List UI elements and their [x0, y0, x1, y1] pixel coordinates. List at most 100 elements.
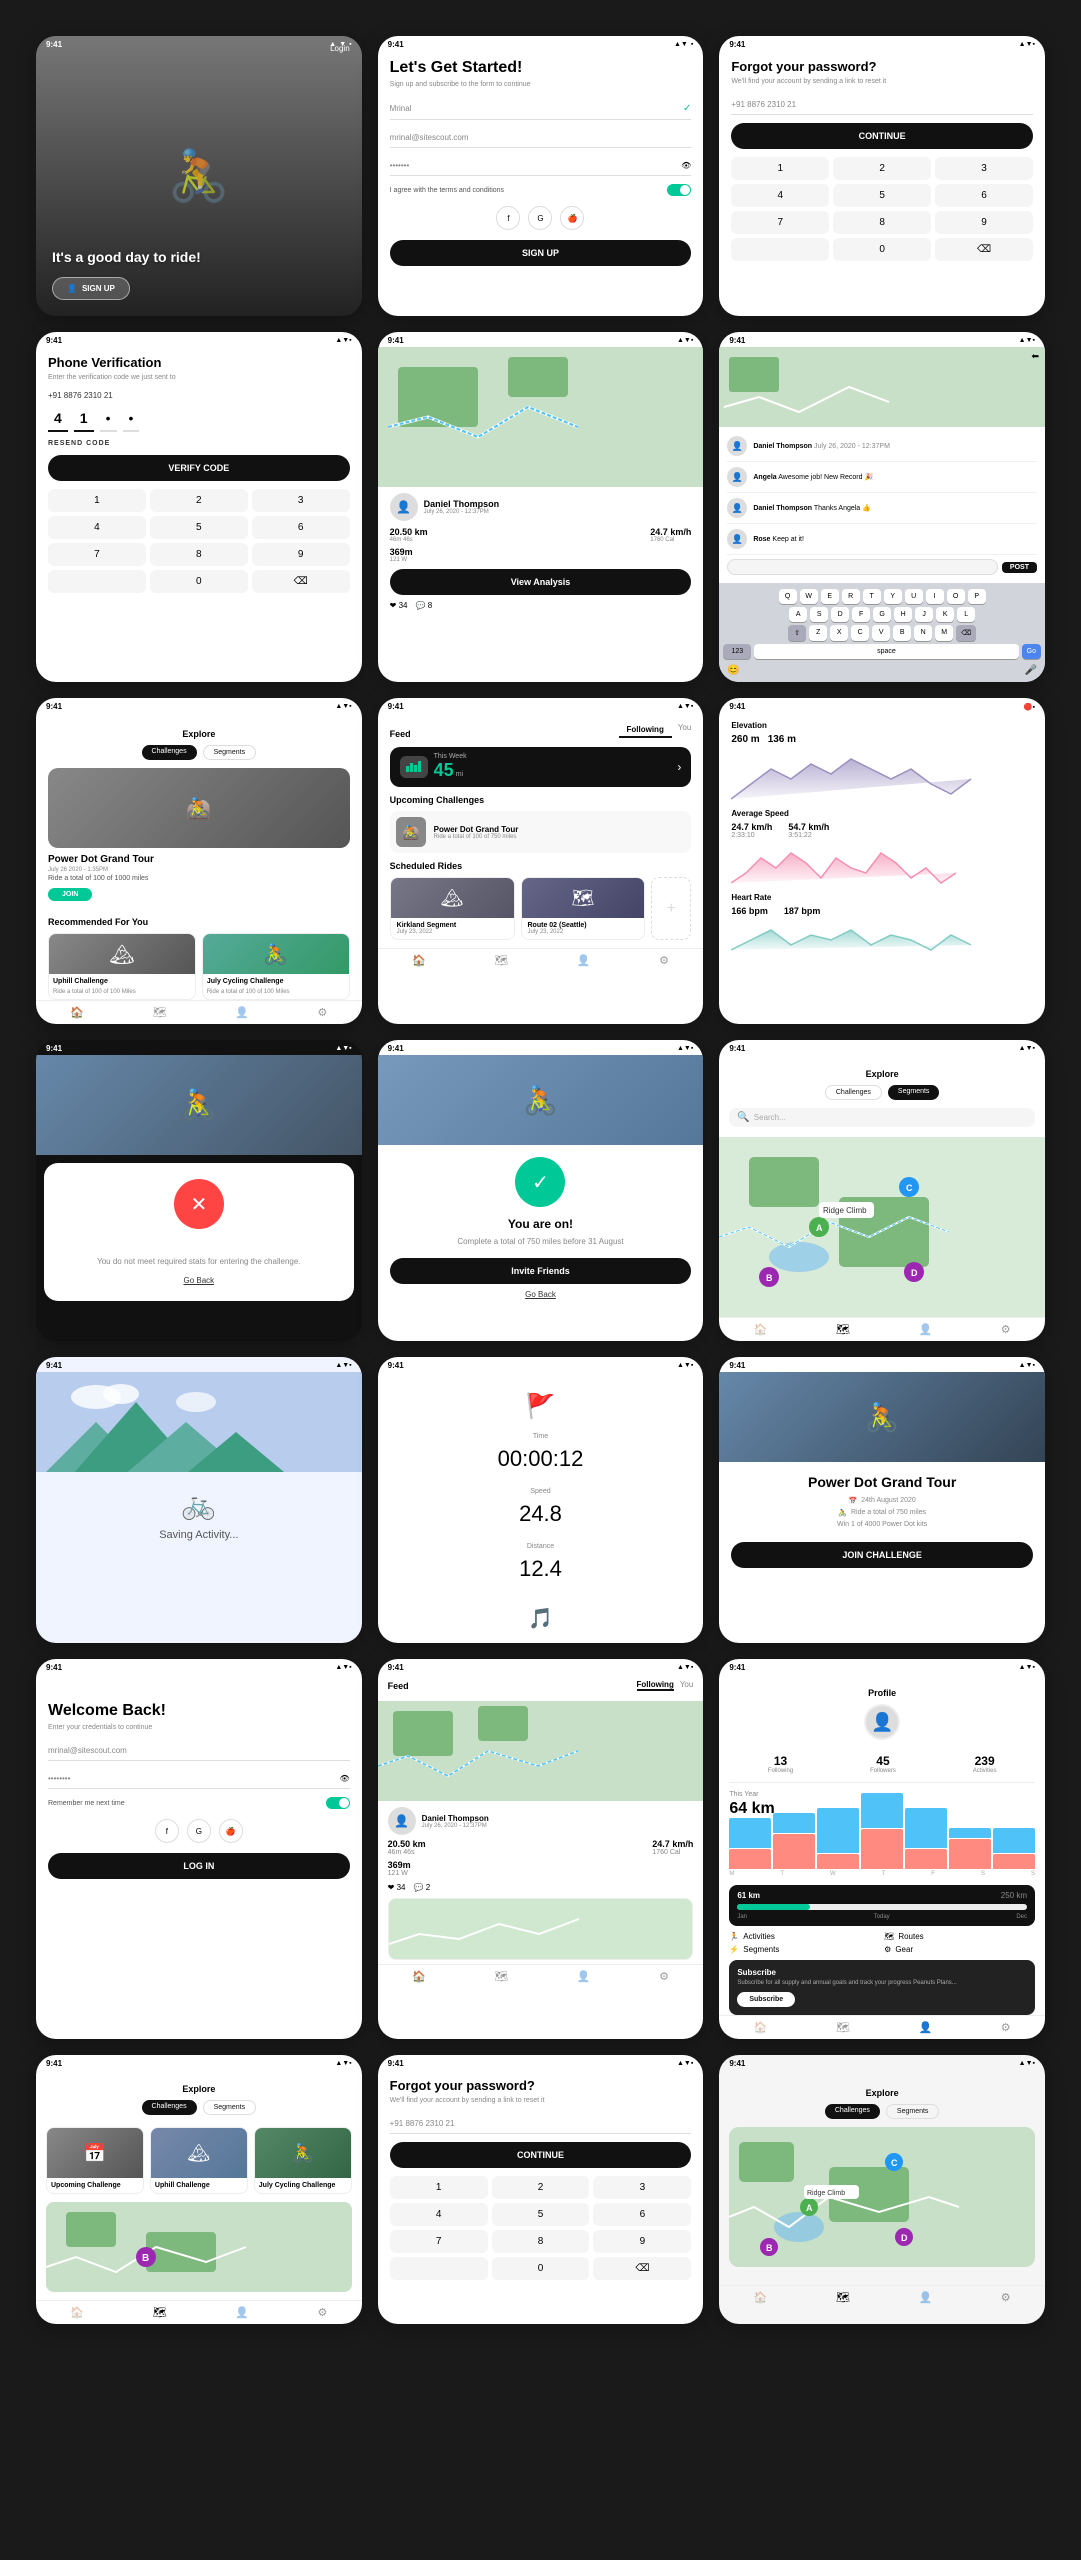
key-del[interactable]: ⌫ [935, 238, 1033, 261]
invite-button[interactable]: Invite Friends [390, 1258, 692, 1284]
keyboard[interactable]: Q W E R T Y U I O P A S D F G H J K L [719, 583, 1045, 682]
key-j[interactable]: J [915, 607, 933, 622]
login-button[interactable]: LOG IN [48, 1853, 350, 1879]
key-g[interactable]: G [873, 607, 891, 622]
google-icon[interactable]: G [187, 1819, 211, 1843]
menu-gear[interactable]: ⚙ Gear [884, 1945, 1035, 1954]
continue-button[interactable]: CONTINUE [390, 2142, 692, 2168]
key-a[interactable]: A [789, 607, 807, 622]
key-u[interactable]: U [905, 589, 923, 604]
key-8[interactable]: 8 [492, 2230, 590, 2253]
join-button[interactable]: JOIN [48, 888, 92, 901]
phone-input[interactable]: +91 8876 2310 21 [390, 2114, 692, 2134]
nav-settings[interactable]: ⚙ [1001, 1323, 1011, 1336]
tab-challenges[interactable]: Challenges [142, 2100, 197, 2115]
key-t[interactable]: T [863, 589, 881, 604]
email-input[interactable]: mrinal@sitescout.com [48, 1741, 350, 1761]
menu-activities[interactable]: 🏃 Activities [729, 1932, 880, 1941]
digit-4[interactable]: • [123, 406, 140, 432]
key-c[interactable]: C [851, 625, 869, 641]
nav-home[interactable]: 🏠 [412, 954, 426, 967]
nav-map[interactable]: 🗺 [836, 2021, 850, 2034]
nav-settings[interactable]: ⚙ [1001, 2021, 1011, 2034]
key-9[interactable]: 9 [593, 2230, 691, 2253]
tab-challenges[interactable]: Challenges [825, 2104, 880, 2119]
nav-settings[interactable]: ⚙ [659, 1970, 669, 1983]
menu-segments[interactable]: ⚡ Segments [729, 1945, 880, 1954]
digit-1[interactable]: 4 [48, 406, 68, 432]
challenge-card-1[interactable]: 📅 Upcoming Challenge [46, 2127, 144, 2194]
key-3[interactable]: 3 [252, 489, 350, 512]
tab-segments[interactable]: Segments [888, 1085, 940, 1100]
name-input[interactable]: Mrinal ✓ [390, 98, 692, 120]
nav-settings[interactable]: ⚙ [317, 2306, 327, 2319]
key-7[interactable]: 7 [48, 543, 146, 566]
key-go[interactable]: Go [1022, 644, 1041, 659]
continue-button[interactable]: CONTINUE [731, 123, 1033, 149]
key-z[interactable]: Z [809, 625, 827, 641]
go-back-link[interactable]: Go Back [56, 1276, 342, 1285]
key-5[interactable]: 5 [492, 2203, 590, 2226]
nav-home[interactable]: 🏠 [412, 1970, 426, 1983]
key-9[interactable]: 9 [252, 543, 350, 566]
digit-2[interactable]: 1 [74, 406, 94, 432]
tab-following[interactable]: Following [637, 1680, 674, 1691]
nav-profile[interactable]: 👤 [918, 1323, 932, 1336]
key-5[interactable]: 5 [150, 516, 248, 539]
tab-challenges[interactable]: Challenges [825, 1085, 882, 1100]
nav-home[interactable]: 🏠 [70, 2306, 84, 2319]
tab-following[interactable]: Following [619, 723, 672, 738]
join-challenge-button[interactable]: JOIN CHALLENGE [731, 1542, 1033, 1568]
add-ride-button[interactable]: + [651, 877, 691, 940]
key-p[interactable]: P [968, 589, 986, 604]
nav-profile[interactable]: 👤 [235, 1006, 249, 1019]
nav-map[interactable]: 🗺 [153, 2306, 167, 2319]
key-7[interactable]: 7 [731, 211, 829, 234]
post-button[interactable]: POST [1002, 562, 1037, 573]
verify-button[interactable]: VERIFY CODE [48, 455, 350, 481]
digit-3[interactable]: • [100, 406, 117, 432]
key-d[interactable]: D [831, 607, 849, 622]
nav-profile[interactable]: 👤 [918, 2021, 932, 2034]
nav-home[interactable]: 🏠 [754, 2021, 768, 2034]
key-w[interactable]: W [800, 589, 818, 604]
key-o[interactable]: O [947, 589, 965, 604]
key-x[interactable]: X [830, 625, 848, 641]
key-f[interactable]: F [852, 607, 870, 622]
key-1[interactable]: 1 [731, 157, 829, 180]
nav-home[interactable]: 🏠 [754, 2291, 768, 2304]
key-space[interactable]: space [754, 644, 1018, 659]
key-0[interactable]: 0 [492, 2257, 590, 2280]
login-link[interactable]: Login [330, 44, 350, 53]
tab-challenges[interactable]: Challenges [142, 745, 197, 760]
key-1[interactable]: 1 [390, 2176, 488, 2199]
view-analysis-button[interactable]: View Analysis [390, 569, 692, 595]
phone-input[interactable]: +91 8876 2310 21 [731, 95, 1033, 115]
nav-profile[interactable]: 👤 [577, 954, 591, 967]
nav-map[interactable]: 🗺 [153, 1006, 167, 1019]
key-y[interactable]: Y [884, 589, 902, 604]
nav-profile[interactable]: 👤 [235, 2306, 249, 2319]
signup-button[interactable]: SIGN UP [390, 240, 692, 266]
terms-toggle[interactable] [667, 184, 691, 196]
key-n[interactable]: N [914, 625, 932, 641]
key-shift[interactable]: ⇧ [788, 625, 806, 641]
apple-icon[interactable]: 🍎 [560, 206, 584, 230]
key-6[interactable]: 6 [593, 2203, 691, 2226]
signup-button[interactable]: 👤 SIGN UP [52, 277, 130, 300]
nav-settings[interactable]: ⚙ [1001, 2291, 1011, 2304]
key-6[interactable]: 6 [252, 516, 350, 539]
facebook-icon[interactable]: f [496, 206, 520, 230]
key-q[interactable]: Q [779, 589, 797, 604]
key-0[interactable]: 0 [150, 570, 248, 593]
nav-home[interactable]: 🏠 [70, 1006, 84, 1019]
key-1[interactable]: 1 [48, 489, 146, 512]
remember-toggle[interactable] [326, 1797, 350, 1809]
key-del[interactable]: ⌫ [593, 2257, 691, 2280]
challenge-card-2[interactable]: 🏔 Uphill Challenge [150, 2127, 248, 2194]
key-3[interactable]: 3 [935, 157, 1033, 180]
resend-link[interactable]: RESEND CODE [48, 440, 350, 447]
key-s[interactable]: S [810, 607, 828, 622]
key-6[interactable]: 6 [935, 184, 1033, 207]
key-8[interactable]: 8 [833, 211, 931, 234]
